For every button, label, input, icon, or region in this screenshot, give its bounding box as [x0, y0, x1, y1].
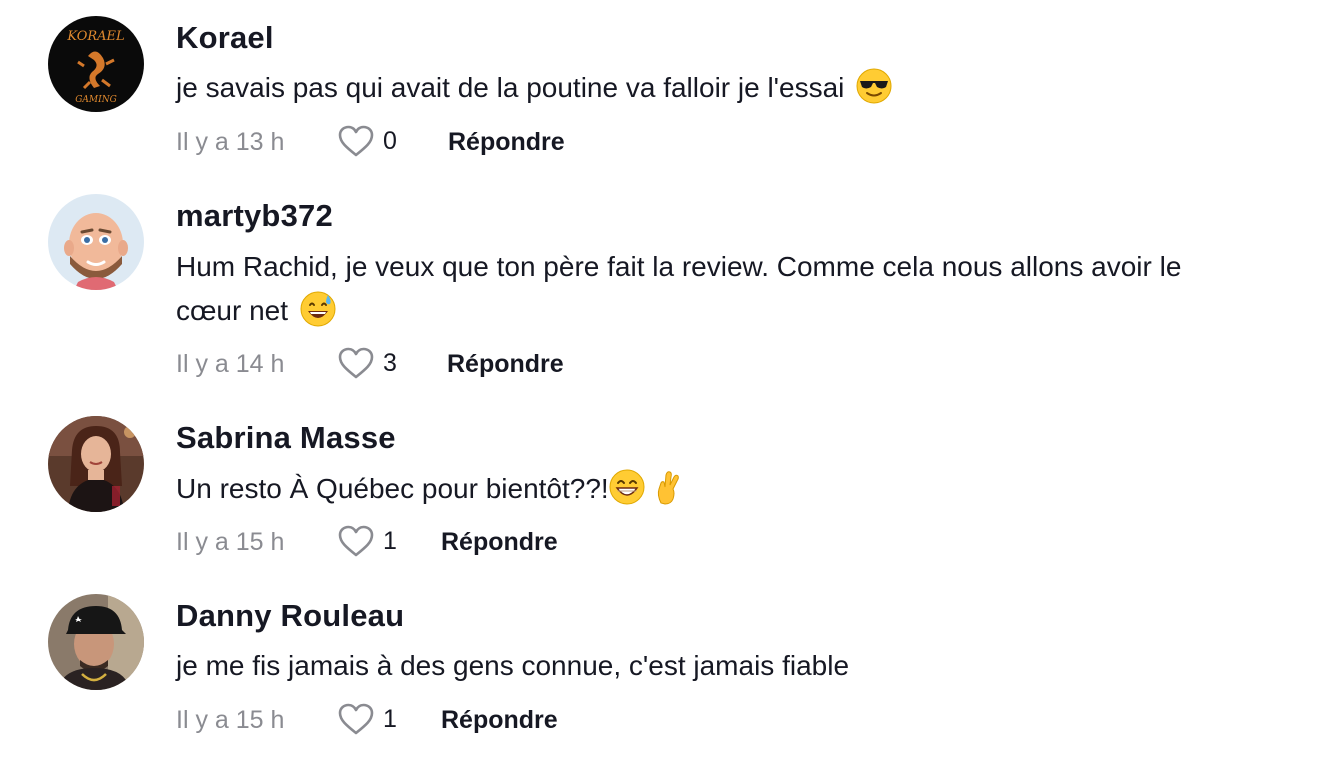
comment-text: Hum Rachid, je veux que ton père fait la…	[176, 245, 1316, 333]
heart-outline-icon	[338, 347, 374, 379]
comment-time: Il y a 15 h	[176, 528, 285, 556]
reply-button[interactable]: Répondre	[448, 128, 565, 157]
comment-time: Il y a 15 h	[176, 706, 285, 734]
comment-text: Un resto À Québec pour bientôt??!	[176, 467, 1316, 511]
comment-text: je me fis jamais à des gens connue, c'es…	[176, 644, 1316, 688]
like-button[interactable]	[336, 122, 376, 162]
like-button[interactable]	[336, 344, 376, 384]
like-button[interactable]	[336, 700, 376, 740]
beaming-face-icon	[609, 469, 645, 505]
comment-time: Il y a 13 h	[176, 128, 285, 156]
comment-username[interactable]: martyb372	[176, 198, 333, 234]
comment-text-content: je me fis jamais à des gens connue, c'es…	[176, 650, 850, 681]
grinning-face-with-sweat-icon	[300, 291, 336, 327]
avatar[interactable]	[48, 416, 144, 512]
comment-username[interactable]: Sabrina Masse	[176, 420, 396, 456]
like-count: 3	[383, 349, 397, 377]
comment-username[interactable]: Korael	[176, 20, 274, 56]
crossed-fingers-icon	[649, 469, 685, 505]
avatar[interactable]	[48, 194, 144, 290]
reply-button[interactable]: Répondre	[447, 350, 564, 379]
avatar-text-top: KORAEL	[66, 29, 124, 44]
heart-outline-icon	[338, 125, 374, 157]
comment-text-line: Hum Rachid, je veux que ton père fait la…	[176, 251, 1182, 282]
like-button[interactable]	[336, 522, 376, 562]
comment-text-content: Un resto À Québec pour bientôt??!	[176, 473, 609, 504]
like-count: 0	[383, 127, 397, 155]
smiling-face-with-sunglasses-icon	[856, 68, 892, 104]
comment-text-content: je savais pas qui avait de la poutine va…	[176, 72, 845, 103]
comment-time: Il y a 14 h	[176, 350, 285, 378]
avatar[interactable]	[48, 594, 144, 690]
like-count: 1	[383, 527, 397, 555]
comment-text-line: cœur net	[176, 295, 289, 326]
reply-button[interactable]: Répondre	[441, 528, 558, 557]
heart-outline-icon	[338, 525, 374, 557]
avatar-text-bottom: GAMING	[75, 95, 117, 105]
heart-outline-icon	[338, 703, 374, 735]
comment-username[interactable]: Danny Rouleau	[176, 598, 404, 634]
comment-text: je savais pas qui avait de la poutine va…	[176, 66, 1316, 110]
avatar[interactable]: KORAEL GAMING	[48, 16, 144, 112]
reply-button[interactable]: Répondre	[441, 706, 558, 735]
like-count: 1	[383, 705, 397, 733]
